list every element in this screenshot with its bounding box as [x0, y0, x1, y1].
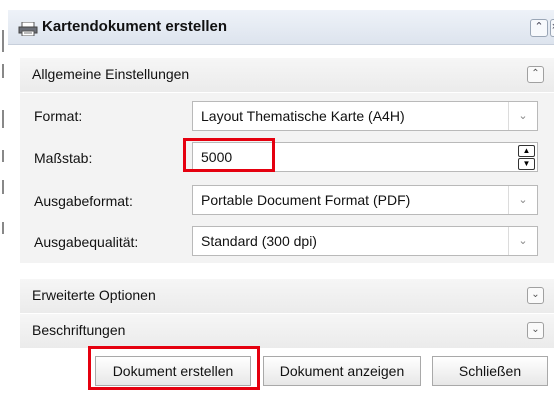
chevron-down-icon[interactable]: ⌄ [508, 186, 537, 214]
chevron-down-icon[interactable]: ⌄ [508, 102, 537, 130]
section-general-label: Allgemeine Einstellungen [32, 66, 190, 82]
chevron-down-icon[interactable]: ⌄ [527, 287, 544, 304]
close-button[interactable]: Schließen [432, 356, 548, 386]
format-select[interactable]: Layout Thematische Karte (A4H) ⌄ [192, 101, 538, 131]
section-labels-header[interactable]: Beschriftungen ⌄ [20, 314, 554, 348]
output-format-value: Portable Document Format (PDF) [201, 192, 411, 208]
section-general-header[interactable]: Allgemeine Einstellungen ⌃ [20, 58, 554, 92]
stepper-up-icon[interactable]: ▲ [518, 145, 535, 157]
general-settings-panel: Format: Layout Thematische Karte (A4H) ⌄… [20, 93, 554, 263]
output-quality-value: Standard (300 dpi) [201, 233, 317, 249]
chevron-down-icon[interactable]: ⌄ [527, 322, 544, 339]
output-format-label: Ausgabeformat: [34, 193, 133, 209]
panel-title: Kartendokument erstellen [42, 18, 228, 35]
stepper-down-icon[interactable]: ▼ [518, 158, 535, 170]
section-advanced-label: Erweiterte Optionen [32, 287, 156, 303]
scale-label: Maßstab: [34, 150, 93, 166]
section-advanced-header[interactable]: Erweiterte Optionen ⌄ [20, 279, 554, 313]
chevron-down-icon[interactable]: ⌄ [508, 227, 537, 255]
window-left-edge [0, 0, 6, 394]
show-document-button[interactable]: Dokument anzeigen [263, 356, 421, 386]
output-quality-label: Ausgabequalität: [34, 234, 139, 250]
close-icon[interactable]: × [550, 19, 554, 37]
chevron-up-icon[interactable]: ⌃ [527, 66, 544, 83]
scale-stepper[interactable]: ▲ ▼ [518, 145, 535, 170]
output-format-select[interactable]: Portable Document Format (PDF) ⌄ [192, 185, 538, 215]
format-value: Layout Thematische Karte (A4H) [201, 108, 405, 124]
section-labels-label: Beschriftungen [32, 322, 126, 338]
collapse-icon[interactable]: ⌃ [530, 19, 548, 37]
format-label: Format: [34, 108, 83, 124]
create-button-highlight-box [88, 346, 260, 390]
panel-titlebar: Kartendokument erstellen ⌃ × [8, 10, 554, 45]
printer-icon [18, 21, 38, 37]
output-quality-select[interactable]: Standard (300 dpi) ⌄ [192, 226, 538, 256]
scale-highlight-box [183, 138, 275, 172]
